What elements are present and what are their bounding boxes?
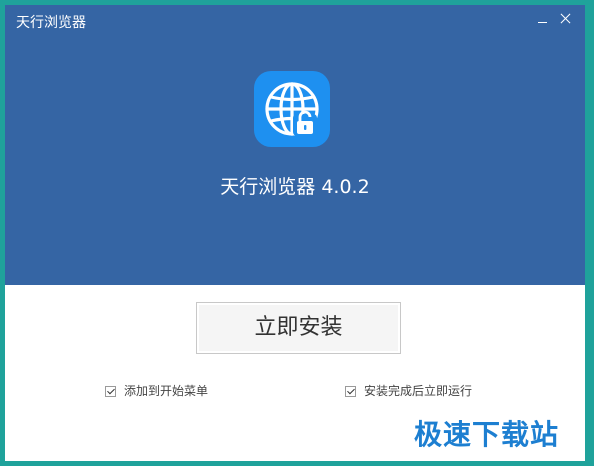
option-run-after-install[interactable]: 安装完成后立即运行: [345, 383, 472, 399]
watermark-logo: 极速下载站: [414, 418, 560, 451]
minimize-icon: [538, 22, 547, 23]
run-after-install-checkbox[interactable]: [345, 385, 356, 397]
header-banner: 天行浏览器 天行浏览器 4.0.2: [5, 5, 585, 285]
add-to-start-menu-label: 添加到开始菜单: [124, 384, 209, 398]
close-button[interactable]: [556, 9, 576, 29]
minimize-button[interactable]: [533, 9, 553, 29]
install-now-button[interactable]: 立即安装: [196, 302, 401, 354]
app-name-version: 天行浏览器 4.0.2: [220, 176, 370, 198]
run-after-install-label: 安装完成后立即运行: [364, 384, 473, 398]
globe-lock-icon: [254, 71, 330, 147]
add-to-start-menu-checkbox[interactable]: [105, 385, 116, 397]
window-title: 天行浏览器: [16, 15, 86, 31]
close-icon: [556, 9, 576, 29]
option-add-to-start-menu[interactable]: 添加到开始菜单: [105, 383, 208, 399]
installer-window: 天行浏览器 天行浏览器 4.0.2 立即安装 添加到开始菜单 安装完成后立即运行: [5, 5, 585, 461]
